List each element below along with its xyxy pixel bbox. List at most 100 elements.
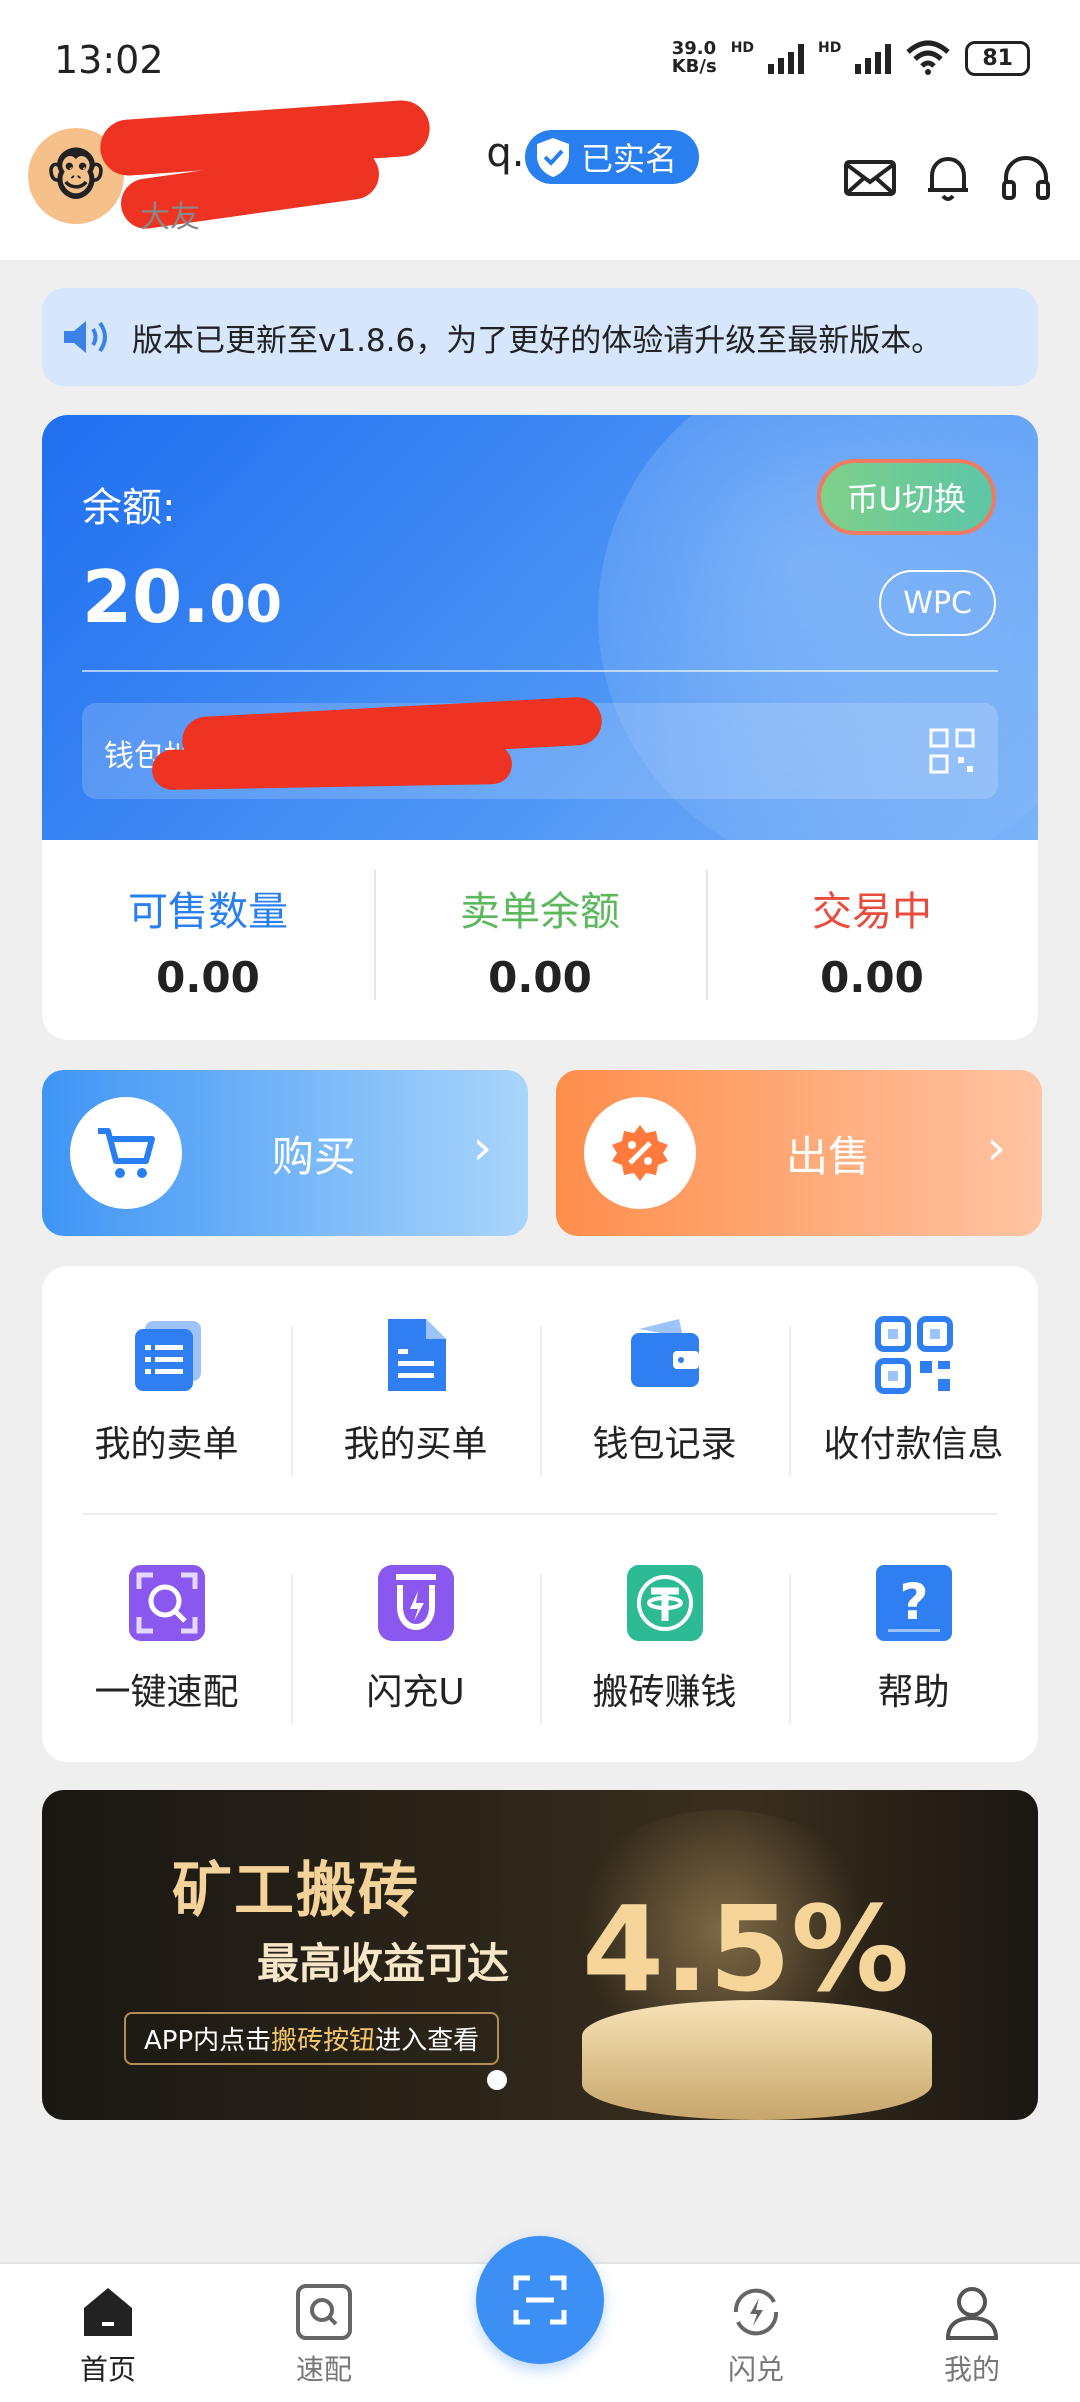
account-subtitle: 大友 [140, 200, 200, 235]
notice-text: 版本已更新至v1.8.6，为了更好的体验请升级至最新版本。 [132, 322, 943, 359]
shield-check-icon [537, 138, 569, 177]
divider [82, 1513, 998, 1515]
flash-u-icon [377, 1565, 454, 1641]
mail-icon[interactable] [842, 150, 898, 206]
payment-info-item[interactable]: 收付款信息 [789, 1276, 1038, 1506]
balance-label: 余额: [82, 485, 176, 531]
currency-badge[interactable]: WPC [879, 570, 996, 636]
home-icon [84, 2288, 132, 2336]
nav-label: 我的 [943, 2353, 1000, 2386]
discount-badge-icon [612, 1125, 668, 1181]
nav-home[interactable]: 首页 [48, 2282, 168, 2388]
document-icon [387, 1319, 446, 1391]
stat-available: 可售数量 0.00 [42, 840, 374, 1040]
stat-value: 0.00 [820, 952, 924, 1002]
buy-button[interactable]: 购买 › [42, 1070, 528, 1236]
wallet-records-item[interactable]: 钱包记录 [540, 1276, 789, 1506]
grid-item-label: 收付款信息 [823, 1424, 1004, 1465]
net-speed: 39.0 KB/s [671, 38, 717, 77]
stat-value: 0.00 [488, 952, 592, 1002]
carousel-dot[interactable] [487, 2070, 507, 2090]
speaker-icon [64, 321, 107, 353]
banner-percent: 4.5% [582, 1880, 910, 2018]
sell-button[interactable]: 出售 › [556, 1070, 1042, 1236]
nav-match[interactable]: 速配 [264, 2282, 384, 2388]
buy-label: 购买 [272, 1131, 357, 1181]
stat-trading: 交易中 0.00 [706, 840, 1038, 1040]
status-icons: 39.0 KB/s HD HD 81 [672, 40, 1030, 76]
tether-icon [626, 1565, 703, 1641]
nav-label: 速配 [295, 2353, 352, 2386]
banner-subtitle: 最高收益可达 [257, 1939, 510, 1988]
quick-match-item[interactable]: 一键速配 [42, 1524, 291, 1754]
grid-row: 一键速配 闪充U 搬砖赚钱 ? 帮助 [42, 1524, 1038, 1754]
stat-label: 交易中 [812, 888, 932, 935]
grid-row: 我的卖单 我的买单 钱包记录 收付款信息 [42, 1276, 1038, 1506]
redaction-mark [151, 743, 513, 791]
grid-item-label: 我的卖单 [94, 1424, 239, 1465]
stat-sell-balance: 卖单余额 0.00 [374, 840, 706, 1040]
status-time: 13:02 [54, 38, 164, 82]
wifi-icon [906, 40, 951, 75]
nav-label: 首页 [79, 2353, 136, 2386]
verified-badge: 已实名 [525, 130, 700, 184]
grid-item-label: 帮助 [877, 1672, 950, 1713]
svg-text:?: ? [899, 1573, 928, 1631]
cart-icon-circle [70, 1097, 182, 1209]
stats-row: 可售数量 0.00 卖单余额 0.00 交易中 0.00 [42, 840, 1038, 1040]
status-bar: 13:02 39.0 KB/s HD HD 81 [0, 0, 1080, 120]
balance-panel: 余额: 20.00 币U切换 WPC 钱包地址：DM [42, 415, 1038, 875]
sell-icon-circle [584, 1097, 696, 1209]
balance-card: 余额: 20.00 币U切换 WPC 钱包地址：DM 可售数量 0.00 卖单余… [42, 415, 1038, 1040]
update-notice[interactable]: 版本已更新至v1.8.6，为了更好的体验请升级至最新版本。 [42, 288, 1038, 386]
help-item[interactable]: ? 帮助 [789, 1524, 1038, 1754]
stat-value: 0.00 [156, 952, 260, 1002]
user-icon [945, 2287, 999, 2340]
flash-charge-item[interactable]: 闪充U [291, 1524, 540, 1754]
balance-value: 20.00 [82, 555, 282, 639]
signal-icon-2 [855, 42, 892, 74]
grid-item-label: 我的买单 [343, 1424, 488, 1465]
promo-banner[interactable]: 矿工搬砖 最高收益可达 4.5% APP内点击搬砖按钮进入查看 [42, 1790, 1038, 2120]
headset-icon[interactable] [998, 150, 1054, 206]
banner-title: 矿工搬砖 [172, 1856, 420, 1926]
nav-flash-exchange[interactable]: 闪兑 [696, 2282, 816, 2388]
flash-exchange-icon [733, 2288, 779, 2336]
banner-tag: APP内点击搬砖按钮进入查看 [124, 2012, 500, 2065]
hd-badge-2: HD [818, 40, 842, 56]
grid-item-label: 一键速配 [94, 1672, 239, 1713]
hd-badge-1: HD [730, 40, 755, 56]
sell-label: 出售 [786, 1131, 871, 1181]
currency-switch-button[interactable]: 币U切换 [816, 459, 996, 535]
qr-code-icon[interactable] [928, 727, 976, 775]
help-icon: ? [875, 1565, 952, 1641]
my-sell-orders-item[interactable]: 我的卖单 [42, 1276, 291, 1506]
scan-search-icon [128, 1565, 205, 1641]
nav-label: 闪兑 [727, 2353, 784, 2386]
pedestal-decoration [582, 2000, 932, 2120]
battery-icon: 81 [965, 40, 1030, 76]
stat-label: 可售数量 [128, 888, 288, 935]
bell-icon[interactable] [920, 150, 976, 206]
search-box-icon [296, 2284, 352, 2340]
wallet-address-box[interactable]: 钱包地址：DM [82, 696, 998, 799]
grid-item-label: 钱包记录 [592, 1424, 737, 1465]
feature-grid: 我的卖单 我的买单 钱包记录 收付款信息 一键速配 闪充U 搬砖赚钱 ? 帮助 [42, 1266, 1038, 1762]
grid-item-label: 搬砖赚钱 [592, 1672, 737, 1713]
chevron-right-icon: › [472, 1120, 492, 1176]
stat-label: 卖单余额 [460, 888, 620, 935]
cart-icon [98, 1128, 155, 1178]
scan-icon [513, 2275, 567, 2325]
divider [82, 670, 998, 672]
wallet-icon [630, 1319, 699, 1387]
chevron-right-icon: › [986, 1120, 1006, 1176]
qr-grid-icon [874, 1316, 953, 1394]
brick-earn-item[interactable]: 搬砖赚钱 [540, 1524, 789, 1754]
list-doc-icon [134, 1321, 201, 1391]
grid-item-label: 闪充U [366, 1672, 465, 1713]
my-buy-orders-item[interactable]: 我的买单 [291, 1276, 540, 1506]
nav-profile[interactable]: 我的 [912, 2282, 1032, 2388]
signal-icon [768, 42, 805, 74]
scan-button[interactable] [476, 2236, 604, 2364]
app-header: 🐵 103q.com 已实名 大友 [0, 98, 1080, 260]
